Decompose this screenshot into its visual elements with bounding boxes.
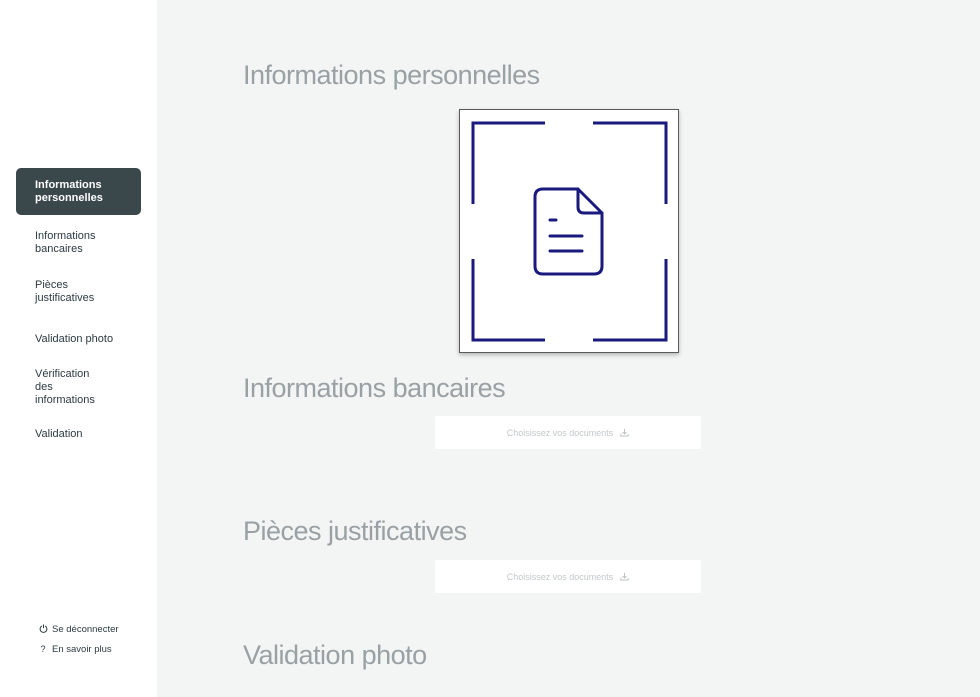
sidebar-item-label: Informations bancaires	[35, 230, 96, 255]
power-icon	[38, 624, 48, 635]
sidebar: Informations personnelles Informations b…	[0, 0, 157, 697]
learn-more-link[interactable]: ? En savoir plus	[38, 639, 119, 659]
download-icon	[620, 572, 629, 581]
document-icon	[533, 187, 604, 276]
section-title-validation-photo: Validation photo	[243, 640, 427, 670]
sidebar-item-label: Informations personnelles	[35, 178, 103, 204]
upload-label: Choisissez vos documents	[506, 571, 614, 582]
section-title-informations-bancaires: Informations bancaires	[243, 373, 506, 403]
sidebar-item-verification-informations[interactable]: Vérification des informations	[16, 363, 126, 411]
sidebar-item-label: Pièces justificatives	[35, 279, 95, 304]
upload-button-pieces-justificatives[interactable]: Choisissez vos documents	[435, 560, 701, 593]
sidebar-item-validation[interactable]: Validation	[16, 411, 141, 458]
learn-more-label: En savoir plus	[52, 643, 112, 655]
document-scan-frame[interactable]	[459, 109, 679, 353]
logout-label: Se déconnecter	[52, 623, 119, 635]
scan-frame-icon	[471, 121, 668, 342]
section-title-pieces-justificatives: Pièces justificatives	[243, 516, 467, 546]
section-title-informations-personnelles: Informations personnelles	[243, 60, 540, 90]
sidebar-item-validation-photo[interactable]: Validation photo	[16, 315, 141, 363]
download-icon	[620, 428, 629, 437]
upload-label: Choisissez vos documents	[506, 427, 614, 438]
sidebar-item-label: Validation photo	[35, 332, 114, 345]
sidebar-nav: Informations personnelles Informations b…	[16, 168, 141, 458]
sidebar-item-pieces-justificatives[interactable]: Pièces justificatives	[16, 269, 141, 315]
sidebar-item-informations-bancaires[interactable]: Informations bancaires	[16, 217, 141, 269]
sidebar-item-label: Vérification des informations	[35, 367, 95, 406]
upload-button-informations-bancaires[interactable]: Choisissez vos documents	[435, 416, 701, 449]
sidebar-item-label: Validation	[35, 428, 83, 440]
sidebar-footer: Se déconnecter ? En savoir plus	[38, 619, 119, 659]
logout-link[interactable]: Se déconnecter	[38, 619, 119, 639]
sidebar-item-informations-personnelles[interactable]: Informations personnelles	[16, 168, 141, 215]
question-icon: ?	[40, 644, 46, 654]
